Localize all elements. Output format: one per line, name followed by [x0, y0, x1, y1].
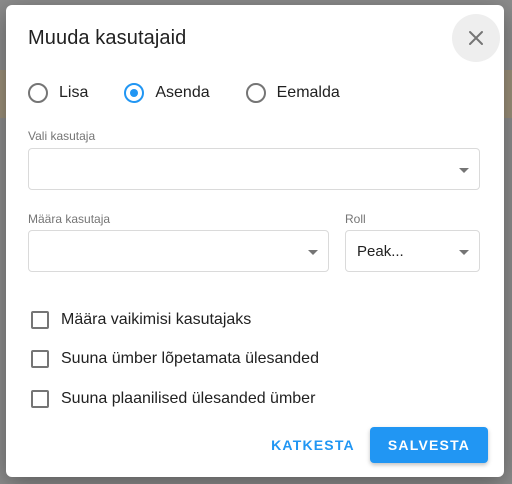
- select-user-dropdown[interactable]: [28, 148, 480, 190]
- radio-circle: [124, 83, 145, 103]
- radio-label: Eemalda: [276, 84, 340, 101]
- radio-lisa[interactable]: Lisa: [28, 83, 88, 103]
- checkbox-box: [31, 311, 49, 329]
- close-icon: [468, 30, 484, 46]
- checkbox-box: [31, 390, 49, 408]
- dialog-title: Muuda kasutajaid: [28, 27, 187, 49]
- radio-label: Lisa: [59, 84, 89, 101]
- save-button[interactable]: SALVESTA: [370, 427, 488, 463]
- radio-circle: [245, 83, 266, 103]
- select-user-label: Vali kasutaja: [28, 129, 96, 143]
- checkbox-label: Suuna ümber lõpetamata ülesanded: [61, 350, 319, 367]
- checkbox-label: Suuna plaanilised ülesanded ümber: [61, 390, 316, 407]
- checkbox-redirect-planned[interactable]: Suuna plaanilised ülesanded ümber: [31, 390, 315, 408]
- close-button[interactable]: [452, 14, 500, 62]
- chevron-down-icon: [459, 168, 469, 173]
- role-label: Roll: [345, 212, 366, 226]
- checkbox-box: [31, 350, 49, 368]
- checkbox-default-user[interactable]: Määra vaikimisi kasutajaks: [31, 311, 251, 329]
- checkbox-redirect-unfinished[interactable]: Suuna ümber lõpetamata ülesanded: [31, 350, 319, 368]
- radio-label: Asenda: [155, 84, 210, 101]
- radio-circle: [28, 83, 48, 103]
- cancel-button[interactable]: KATKESTA: [268, 427, 358, 463]
- chevron-down-icon: [459, 250, 469, 255]
- checkbox-label: Määra vaikimisi kasutajaks: [61, 311, 252, 328]
- assign-user-label: Määra kasutaja: [28, 212, 111, 226]
- mode-radio-group: Lisa Asenda Eemalda: [28, 81, 376, 105]
- radio-asenda[interactable]: Asenda: [124, 83, 210, 103]
- role-dropdown[interactable]: Peak...: [345, 230, 480, 272]
- radio-eemalda[interactable]: Eemalda: [245, 83, 340, 103]
- chevron-down-icon: [308, 250, 318, 255]
- edit-users-dialog: Muuda kasutajaid Lisa Asenda Eemalda Val…: [6, 5, 504, 477]
- role-value: Peak...: [357, 243, 404, 260]
- assign-user-dropdown[interactable]: [28, 230, 329, 272]
